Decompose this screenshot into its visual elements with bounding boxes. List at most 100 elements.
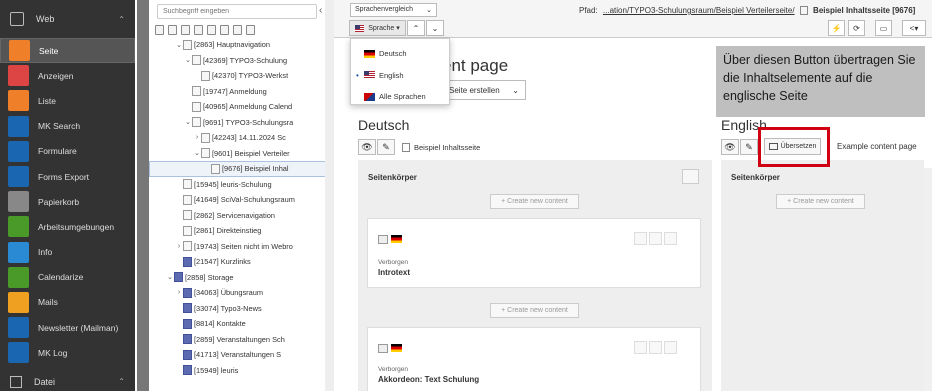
- folder-icon: [183, 334, 192, 345]
- edit-icon[interactable]: [634, 341, 647, 354]
- page-link-en[interactable]: Example content page: [837, 142, 917, 151]
- up-button[interactable]: ⌃: [407, 20, 425, 36]
- module-group-datei[interactable]: Datei ⌃: [0, 372, 135, 391]
- module-item[interactable]: MK Log: [0, 340, 135, 365]
- module-item[interactable]: Formulare: [0, 139, 135, 164]
- create-content-button[interactable]: + Create new content: [776, 194, 865, 209]
- collapse-tree-icon[interactable]: ‹: [319, 5, 322, 16]
- delete-icon[interactable]: [664, 232, 677, 245]
- tree-row[interactable]: [40965] Anmeldung Calend: [149, 99, 333, 115]
- module-item[interactable]: Mails: [0, 290, 135, 315]
- reload-button[interactable]: ⟳: [848, 20, 865, 36]
- language-button[interactable]: Sprache ▾: [349, 20, 406, 36]
- module-item[interactable]: Liste: [0, 88, 135, 113]
- module-item-label: MK Search: [38, 121, 81, 132]
- new-page-icon[interactable]: [155, 25, 164, 35]
- page-icon[interactable]: [246, 25, 255, 35]
- tree-row[interactable]: [2861] Direkteinstieg: [149, 223, 333, 239]
- tree-row[interactable]: [19747] Anmeldung: [149, 84, 333, 100]
- share-button[interactable]: <▾: [902, 20, 926, 36]
- breadcrumb-path[interactable]: ...ation/TYPO3-Schulungsraum/Beispiel Ve…: [603, 6, 795, 15]
- expand-toggle-icon[interactable]: ⌄: [166, 273, 174, 281]
- content-element-title: Akkordeon: Text Schulung: [378, 375, 480, 384]
- tree-row[interactable]: [41713] Veranstaltungen S: [149, 347, 333, 363]
- toggle-visibility-icon[interactable]: [649, 232, 662, 245]
- edit-icon[interactable]: ✎: [377, 139, 395, 155]
- content-element-actions: [634, 232, 677, 245]
- module-item[interactable]: Calendarize: [0, 265, 135, 290]
- page-link-de[interactable]: Beispiel Inhaltsseite: [414, 143, 480, 152]
- expand-toggle-icon[interactable]: ›: [175, 289, 183, 296]
- page-icon[interactable]: [181, 25, 190, 35]
- module-group-web[interactable]: Web ⌃: [0, 0, 135, 38]
- tree-row[interactable]: ⌄ [2863] Hauptnavigation: [149, 37, 333, 53]
- folder-icon[interactable]: [207, 25, 216, 35]
- module-item[interactable]: Arbeitsumgebungen: [0, 214, 135, 239]
- expand-toggle-icon[interactable]: ›: [193, 134, 201, 141]
- shortcut-button[interactable]: ⚡: [828, 20, 845, 36]
- content-column-en: Seitenkörper + Create new content: [721, 160, 924, 391]
- divider-icon[interactable]: [233, 25, 242, 35]
- tree-row[interactable]: › [42243] 14.11.2024 Sc: [149, 130, 333, 146]
- module-item[interactable]: Seite: [0, 38, 135, 64]
- expand-toggle-icon[interactable]: ›: [175, 243, 183, 250]
- toggle-visibility-icon[interactable]: [649, 341, 662, 354]
- module-item[interactable]: Papierkorb: [0, 189, 135, 214]
- module-item[interactable]: Forms Export: [0, 164, 135, 189]
- tree-scrollbar[interactable]: [325, 0, 334, 391]
- tree-row[interactable]: [42370] TYPO3-Werkst: [149, 68, 333, 84]
- create-page-button[interactable]: Seite erstellen ⌄: [442, 80, 526, 100]
- view-mode-select[interactable]: Sprachenvergleich ⌄: [350, 3, 437, 17]
- tree-row[interactable]: › [19743] Seiten nicht im Webro: [149, 239, 333, 255]
- expand-toggle-icon[interactable]: ⌄: [175, 41, 183, 49]
- tree-row[interactable]: [2862] Servicenavigation: [149, 208, 333, 224]
- flag-all-icon: [364, 92, 375, 101]
- tree-row[interactable]: [8814] Kontakte: [149, 316, 333, 332]
- edit-icon[interactable]: ✎: [740, 139, 758, 155]
- eye-icon[interactable]: 👁: [721, 139, 739, 155]
- tree-row[interactable]: [9676] Beispiel Inhal: [149, 161, 333, 177]
- trash-icon[interactable]: [220, 25, 229, 35]
- tree-row[interactable]: [41649] SciVal-Schulungsraum: [149, 192, 333, 208]
- module-menu-scrollbar[interactable]: [137, 0, 149, 391]
- expand-toggle-icon[interactable]: ⌄: [193, 149, 201, 157]
- tree-row[interactable]: ⌄ [42369] TYPO3-Schulung: [149, 53, 333, 69]
- tree-row[interactable]: [2859] Veranstaltungen Sch: [149, 332, 333, 348]
- module-item[interactable]: Info: [0, 240, 135, 265]
- bookmark-button[interactable]: ▭: [875, 20, 892, 36]
- tree-list: ⌄ [2863] Hauptnavigation ⌄ [42369] TYPO3-Sc…: [149, 37, 333, 379]
- module-item-label: Seite: [39, 45, 59, 56]
- page-icon[interactable]: [168, 25, 177, 35]
- text-element-icon: [378, 235, 388, 244]
- language-option-de[interactable]: Deutsch: [351, 43, 449, 65]
- expand-toggle-icon[interactable]: ⌄: [184, 118, 192, 126]
- content-element[interactable]: Verborgen Akkordeon: Text Schulung: [367, 327, 701, 391]
- create-content-button[interactable]: + Create new content: [490, 303, 579, 318]
- down-button[interactable]: ⌄: [426, 20, 444, 36]
- tree-row[interactable]: [33074] Typo3-News: [149, 301, 333, 317]
- content-element[interactable]: Verborgen Introtext: [367, 218, 701, 288]
- tree-row[interactable]: [15949] leuris: [149, 363, 333, 379]
- translate-button[interactable]: Übersetzen: [764, 138, 821, 155]
- tree-row[interactable]: ⌄ [9601] Beispiel Verteiler: [149, 146, 333, 162]
- module-item[interactable]: Newsletter (Mailman): [0, 315, 135, 340]
- expand-toggle-icon[interactable]: ⌄: [184, 56, 192, 64]
- column-settings-icon[interactable]: [682, 169, 699, 184]
- language-option-en[interactable]: • English: [351, 65, 449, 87]
- language-option-all[interactable]: Alle Sprachen: [351, 86, 449, 108]
- eye-icon[interactable]: 👁: [358, 139, 376, 155]
- tree-row-label: [42243] 14.11.2024 Sc: [212, 133, 286, 143]
- tree-row[interactable]: ⌄ [2858] Storage: [149, 270, 333, 286]
- tree-row[interactable]: › [34063] Übungsraum: [149, 285, 333, 301]
- tree-row[interactable]: [15945] leuris-Schulung: [149, 177, 333, 193]
- create-content-button[interactable]: + Create new content: [490, 194, 579, 209]
- tree-row[interactable]: ⌄ [9691] TYPO3-Schulungsra: [149, 115, 333, 131]
- delete-icon[interactable]: [664, 341, 677, 354]
- edit-icon[interactable]: [634, 232, 647, 245]
- module-item[interactable]: Anzeigen: [0, 63, 135, 88]
- tree-row[interactable]: [21547] Kurzlinks: [149, 254, 333, 270]
- tree-search-input[interactable]: [157, 4, 317, 19]
- content-scrollbar[interactable]: [924, 168, 932, 391]
- link-icon[interactable]: [194, 25, 203, 35]
- module-item[interactable]: MK Search: [0, 114, 135, 139]
